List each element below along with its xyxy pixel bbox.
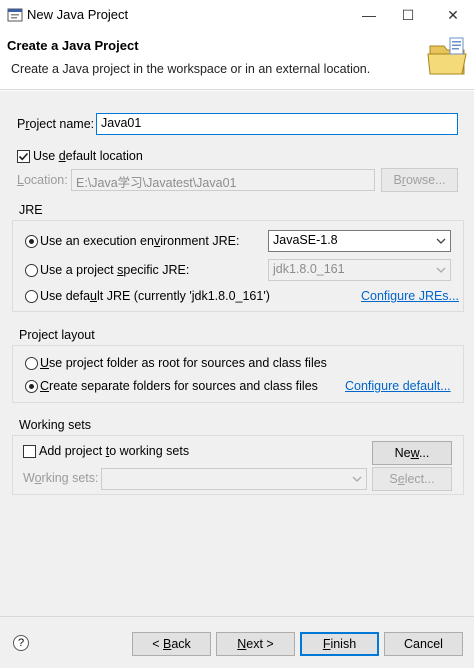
exec-env-label[interactable]: Use an execution environment JRE: bbox=[40, 234, 239, 248]
browse-button[interactable]: Browse... bbox=[381, 168, 458, 192]
separate-folders-radio[interactable] bbox=[25, 380, 38, 393]
cancel-button[interactable]: Cancel bbox=[384, 632, 463, 656]
title-bar: New Java Project — ☐ ✕ bbox=[0, 0, 474, 30]
working-sets-label: Working sets: bbox=[23, 471, 99, 485]
jre-group-title: JRE bbox=[19, 203, 43, 217]
separate-folders-label[interactable]: Create separate folders for sources and … bbox=[40, 379, 318, 393]
next-button[interactable]: Next > bbox=[216, 632, 295, 656]
configure-default-link[interactable]: Configure default... bbox=[345, 379, 451, 393]
project-specific-jre-radio[interactable] bbox=[25, 264, 38, 277]
checkmark-icon bbox=[18, 152, 29, 161]
add-to-working-sets-label[interactable]: Add project to working sets bbox=[39, 444, 189, 458]
project-layout-group bbox=[12, 345, 464, 403]
add-to-working-sets-checkbox[interactable] bbox=[23, 445, 36, 458]
working-sets-group-title: Working sets bbox=[19, 418, 92, 432]
use-default-location-checkbox[interactable] bbox=[17, 150, 30, 163]
use-default-location-label[interactable]: Use default location bbox=[33, 149, 143, 163]
project-layout-group-title: Project layout bbox=[19, 328, 95, 342]
chevron-down-icon bbox=[436, 238, 446, 244]
project-specific-jre-select[interactable]: jdk1.8.0_161 bbox=[268, 259, 451, 281]
project-root-label[interactable]: Use project folder as root for sources a… bbox=[40, 356, 327, 370]
default-jre-label[interactable]: Use default JRE (currently 'jdk1.8.0_161… bbox=[40, 289, 270, 303]
minimize-button[interactable]: — bbox=[352, 0, 386, 30]
page-description: Create a Java project in the workspace o… bbox=[11, 62, 371, 76]
new-project-folder-icon bbox=[427, 37, 467, 75]
chevron-down-icon bbox=[436, 267, 446, 273]
project-name-label: Project name: bbox=[17, 117, 95, 131]
configure-jres-link[interactable]: Configure JREs... bbox=[361, 289, 459, 303]
working-sets-select[interactable] bbox=[101, 468, 367, 490]
window-title: New Java Project bbox=[27, 7, 129, 22]
maximize-button[interactable]: ☐ bbox=[391, 0, 425, 30]
footer-separator bbox=[0, 616, 474, 617]
exec-env-select[interactable]: JavaSE-1.8 bbox=[268, 230, 451, 252]
select-working-sets-button[interactable]: Select... bbox=[372, 467, 452, 491]
eclipse-app-icon bbox=[7, 8, 23, 22]
new-working-set-button[interactable]: New... bbox=[372, 441, 452, 465]
finish-button[interactable]: Finish bbox=[300, 632, 379, 656]
exec-env-radio[interactable] bbox=[25, 235, 38, 248]
help-icon[interactable]: ? bbox=[13, 635, 29, 651]
chevron-down-icon bbox=[352, 476, 362, 482]
page-title: Create a Java Project bbox=[7, 38, 139, 53]
close-button[interactable]: ✕ bbox=[436, 0, 470, 30]
project-name-input[interactable]: Java01 bbox=[96, 113, 458, 135]
location-label: Location: bbox=[17, 173, 68, 187]
back-button[interactable]: < Back bbox=[132, 632, 211, 656]
default-jre-radio[interactable] bbox=[25, 290, 38, 303]
wizard-banner: Create a Java Project Create a Java proj… bbox=[0, 30, 474, 90]
project-specific-jre-label[interactable]: Use a project specific JRE: bbox=[40, 263, 189, 277]
location-input[interactable]: E:\Java学习\Javatest\Java01 bbox=[71, 169, 375, 191]
project-root-radio[interactable] bbox=[25, 357, 38, 370]
